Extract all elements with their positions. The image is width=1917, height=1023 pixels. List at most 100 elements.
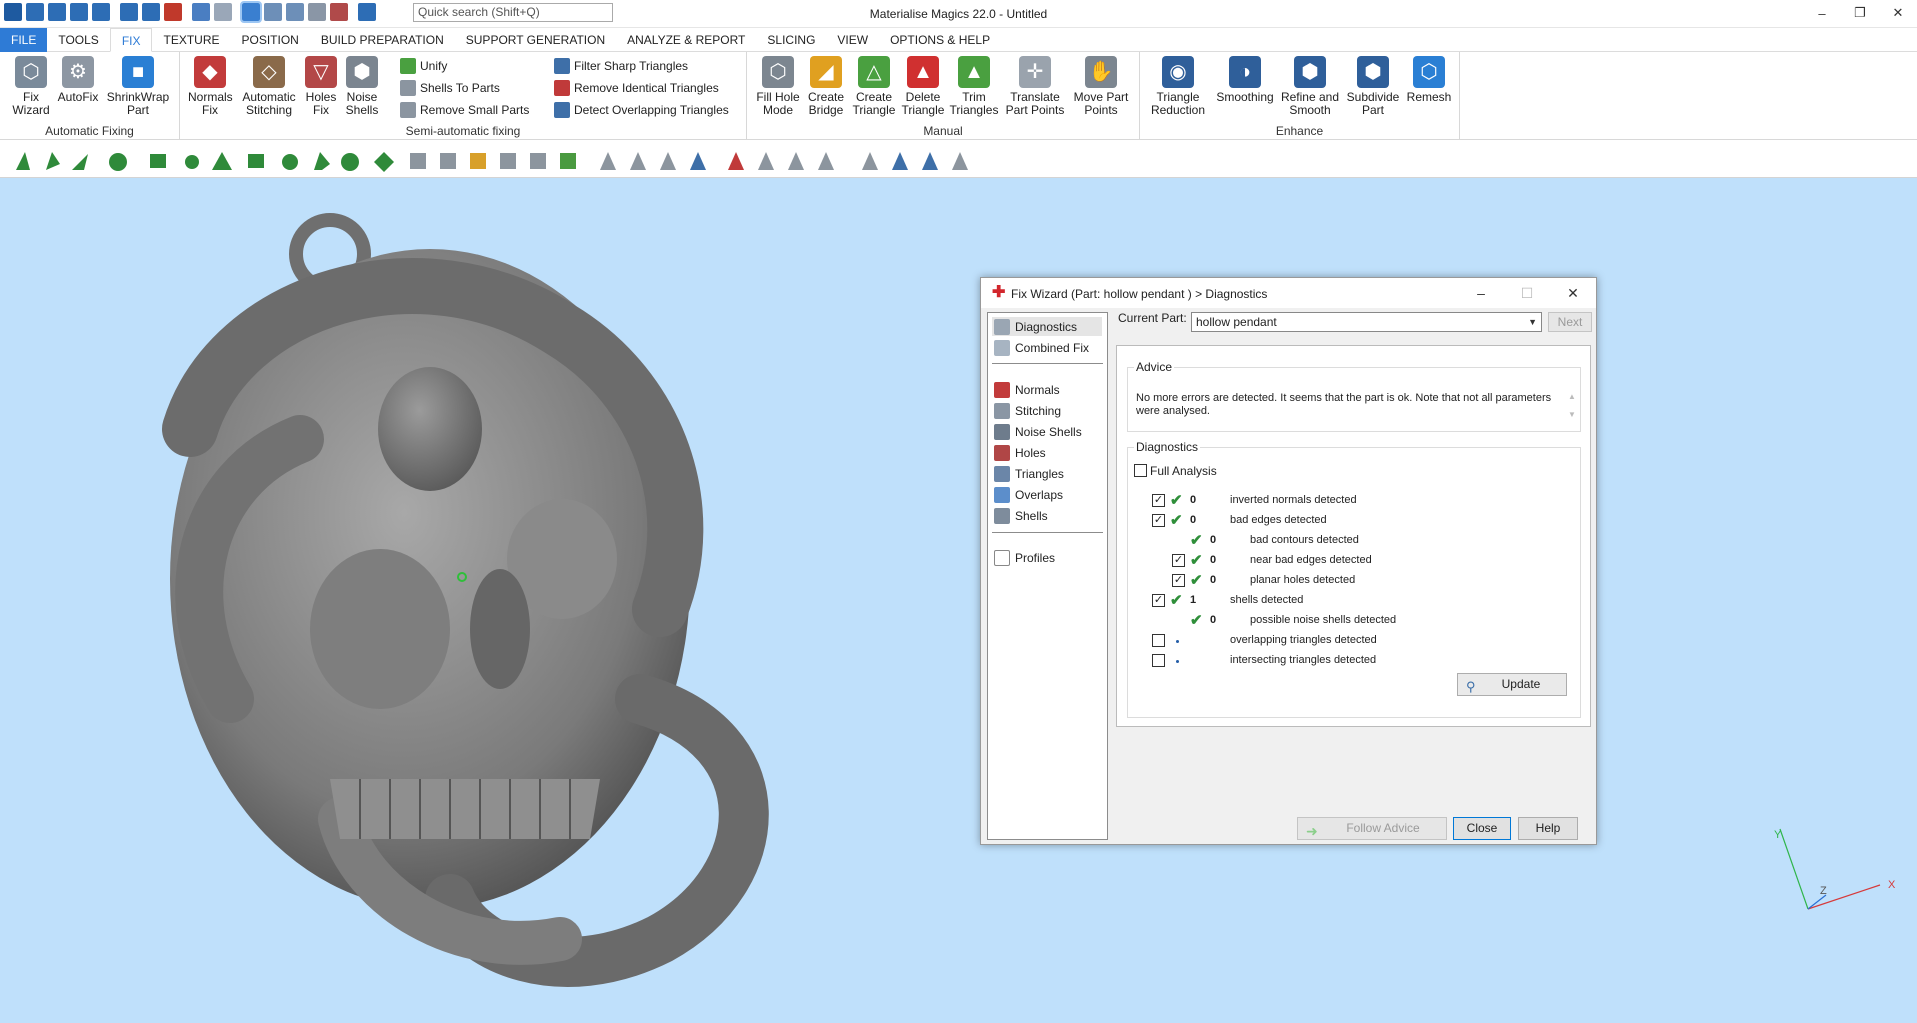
tool-tri8-icon bbox=[818, 152, 834, 170]
create-bridge-button[interactable]: ◢ Create Bridge bbox=[805, 56, 847, 117]
translate-part-points-button[interactable]: ✛ Translate Part Points bbox=[1003, 56, 1067, 117]
tab-file[interactable]: FILE bbox=[0, 27, 48, 52]
nav-item-noise-shells[interactable]: Noise Shells bbox=[992, 422, 1102, 441]
move-part-points-button[interactable]: ✋ Move Part Points bbox=[1071, 56, 1131, 117]
nav-item-stitching[interactable]: Stitching bbox=[992, 401, 1102, 420]
update-button[interactable]: ⚲ Update bbox=[1457, 673, 1567, 696]
move-part-points-label: Move Part Points bbox=[1073, 90, 1129, 117]
triangle-reduction-icon: ◉ bbox=[1162, 56, 1194, 88]
ribbon: ⬡ Fix Wizard ⚙ AutoFix ■ ShrinkWrap Part… bbox=[0, 52, 1917, 140]
tab-tools[interactable]: TOOLS bbox=[47, 28, 109, 52]
full-analysis-checkbox[interactable] bbox=[1134, 464, 1147, 477]
shrinkwrap-button[interactable]: ■ ShrinkWrap Part bbox=[104, 56, 172, 117]
detect-overlapping-triangles-button[interactable]: Detect Overlapping Triangles bbox=[554, 102, 729, 118]
holes-icon bbox=[994, 444, 1010, 461]
triangles-icon bbox=[994, 465, 1010, 482]
nav-item-overlaps[interactable]: Overlaps bbox=[992, 485, 1102, 504]
tool-cube2-icon bbox=[440, 153, 456, 169]
restore-button[interactable]: ❐ bbox=[1841, 0, 1879, 26]
tab-slicing[interactable]: SLICING bbox=[756, 28, 826, 52]
diagnostic-checkbox[interactable]: ✓ bbox=[1172, 574, 1185, 587]
diagnostic-checkbox[interactable]: ✓ bbox=[1152, 594, 1165, 607]
nav-label: Diagnostics bbox=[1015, 319, 1078, 334]
delete-triangle-icon: ▲ bbox=[907, 56, 939, 88]
diagnostic-checkbox[interactable]: ✓ bbox=[1152, 514, 1165, 527]
current-part-select[interactable]: hollow pendant ▼ bbox=[1191, 312, 1542, 332]
diagnostic-count: 0 bbox=[1190, 514, 1197, 526]
nav-label: Triangles bbox=[1015, 466, 1064, 481]
tab-view[interactable]: VIEW bbox=[826, 28, 879, 52]
filter-sharp-triangles-label: Filter Sharp Triangles bbox=[574, 59, 689, 73]
automatic-stitching-button[interactable]: ◇ Automatic Stitching bbox=[240, 56, 298, 117]
3d-viewport[interactable]: Y Z X bbox=[0, 179, 1917, 1023]
dialog-minimize-button[interactable]: – bbox=[1458, 278, 1504, 308]
fix-wizard-button[interactable]: ⬡ Fix Wizard bbox=[8, 56, 54, 117]
delete-triangle-button[interactable]: ▲ Delete Triangle bbox=[901, 56, 945, 117]
tool-mark-icon bbox=[282, 154, 298, 170]
tab-position[interactable]: POSITION bbox=[231, 28, 310, 52]
tab-options-help[interactable]: OPTIONS & HELP bbox=[879, 28, 1001, 52]
diagnostic-checkbox[interactable] bbox=[1152, 654, 1165, 667]
nav-item-holes[interactable]: Holes bbox=[992, 443, 1102, 462]
tool-tri4-icon bbox=[690, 152, 706, 170]
minimize-button[interactable]: – bbox=[1803, 0, 1841, 26]
not-analysed-dot-icon bbox=[1176, 640, 1179, 643]
group-manual: ⬡ Fill Hole Mode ◢ Create Bridge △ Creat… bbox=[747, 52, 1140, 140]
chevron-down-icon: ▼ bbox=[1528, 317, 1537, 327]
diagnostic-count: 0 bbox=[1210, 574, 1217, 586]
autofix-icon: ⚙ bbox=[62, 56, 94, 88]
shells-to-parts-button[interactable]: Shells To Parts bbox=[400, 80, 500, 96]
tab-fix[interactable]: FIX bbox=[109, 27, 153, 52]
close-button[interactable]: Close bbox=[1453, 817, 1511, 840]
remesh-button[interactable]: ⬡ Remesh bbox=[1404, 56, 1454, 104]
help-button[interactable]: Help bbox=[1518, 817, 1578, 840]
nav-item-profiles[interactable]: Profiles bbox=[992, 548, 1102, 567]
diagnostic-checkbox[interactable]: ✓ bbox=[1172, 554, 1185, 567]
subdivide-part-label: Subdivide Part bbox=[1346, 90, 1400, 117]
nav-item-normals[interactable]: Normals bbox=[992, 380, 1102, 399]
subdivide-part-button[interactable]: ⬢ Subdivide Part bbox=[1344, 56, 1402, 117]
normals-icon bbox=[994, 381, 1010, 398]
refine-smooth-button[interactable]: ⬢ Refine and Smooth bbox=[1278, 56, 1342, 117]
nav-item-diagnostics[interactable]: Diagnostics bbox=[992, 317, 1102, 336]
smoothing-label: Smoothing bbox=[1216, 90, 1274, 104]
filter-sharp-triangles-button[interactable]: Filter Sharp Triangles bbox=[554, 58, 688, 74]
nav-item-shells[interactable]: Shells bbox=[992, 506, 1102, 525]
dialog-close-x-button[interactable]: ✕ bbox=[1550, 278, 1596, 308]
ribbon-tabs: FILE TOOLS FIX TEXTURE POSITION BUILD PR… bbox=[0, 27, 1917, 52]
stitching-icon: ◇ bbox=[253, 56, 285, 88]
close-window-button[interactable]: ✕ bbox=[1879, 0, 1917, 26]
profiles-icon bbox=[994, 549, 1010, 566]
autofix-button[interactable]: ⚙ AutoFix bbox=[56, 56, 100, 104]
triangle-reduction-button[interactable]: ◉ Triangle Reduction bbox=[1148, 56, 1208, 117]
tab-texture[interactable]: TEXTURE bbox=[152, 28, 230, 52]
selection-toolbar bbox=[0, 140, 1917, 178]
nav-item-triangles[interactable]: Triangles bbox=[992, 464, 1102, 483]
tab-analyze-report[interactable]: ANALYZE & REPORT bbox=[616, 28, 756, 52]
nav-item-combined-fix[interactable]: Combined Fix bbox=[992, 338, 1102, 357]
create-triangle-button[interactable]: △ Create Triangle bbox=[851, 56, 897, 117]
unify-button[interactable]: Unify bbox=[400, 58, 447, 74]
ok-check-icon: ✔ bbox=[1190, 572, 1203, 589]
remove-identical-triangles-label: Remove Identical Triangles bbox=[574, 81, 719, 95]
smoothing-button[interactable]: ◑ Smoothing bbox=[1214, 56, 1276, 104]
nav-label: Shells bbox=[1015, 508, 1048, 523]
remove-small-parts-button[interactable]: Remove Small Parts bbox=[400, 102, 529, 118]
normals-fix-button[interactable]: ◆ Normals Fix bbox=[188, 56, 233, 117]
holes-fix-button[interactable]: ▽ Holes Fix bbox=[302, 56, 340, 117]
fill-hole-mode-button[interactable]: ⬡ Fill Hole Mode bbox=[755, 56, 801, 117]
diagnostic-checkbox[interactable] bbox=[1152, 634, 1165, 647]
noise-shells-button[interactable]: ⬢ Noise Shells bbox=[342, 56, 382, 117]
tab-support-generation[interactable]: SUPPORT GENERATION bbox=[455, 28, 616, 52]
tab-build-preparation[interactable]: BUILD PREPARATION bbox=[310, 28, 455, 52]
group-label: Manual bbox=[923, 124, 963, 138]
overlaps-icon bbox=[994, 486, 1010, 503]
diagnostic-checkbox[interactable]: ✓ bbox=[1152, 494, 1165, 507]
move-part-points-icon: ✋ bbox=[1085, 56, 1117, 88]
advice-scrollbar[interactable]: ▲ ▼ bbox=[1566, 388, 1578, 424]
tool-tri2-icon bbox=[630, 152, 646, 170]
filter-sharp-triangles-icon bbox=[554, 58, 570, 74]
smoothing-icon: ◑ bbox=[1229, 56, 1261, 88]
remove-identical-triangles-button[interactable]: Remove Identical Triangles bbox=[554, 80, 719, 96]
trim-triangles-button[interactable]: ▲ Trim Triangles bbox=[949, 56, 999, 117]
